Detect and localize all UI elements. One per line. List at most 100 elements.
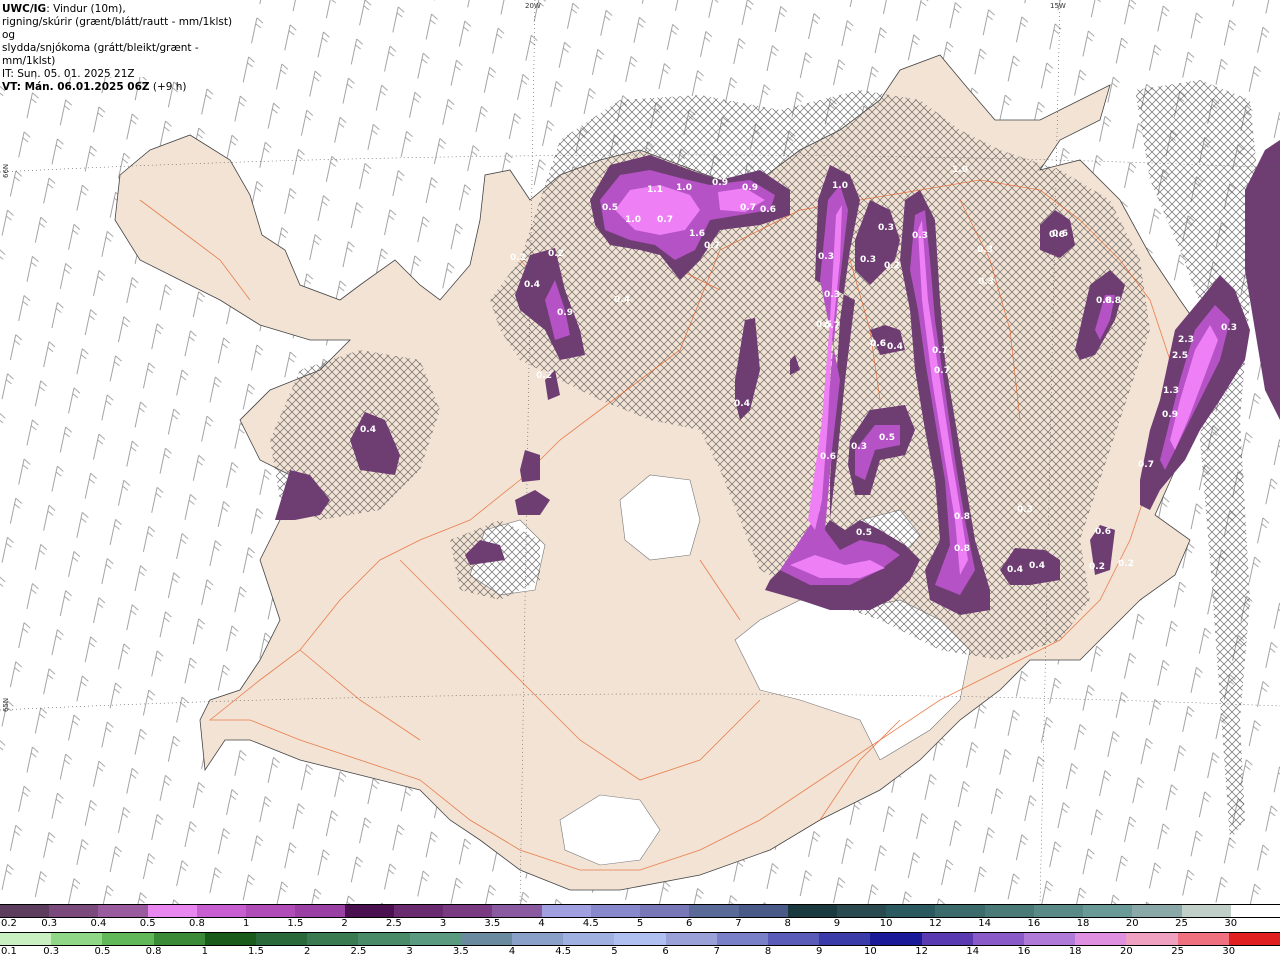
- precip-value-label: 0.8: [954, 544, 970, 554]
- precip-value-label: 0.7: [704, 241, 720, 251]
- legend-color-swatch: [409, 933, 461, 945]
- legend-tick-label: 2: [304, 946, 311, 957]
- legend-tick-label: 4.5: [555, 946, 572, 957]
- legend-tick-label: 0.2: [1, 918, 17, 929]
- legend-tick-label: 16: [1017, 946, 1031, 957]
- init-time: IT: Sun. 05. 01. 2025 21Z: [2, 68, 135, 80]
- legend-color-swatch: [0, 905, 50, 917]
- precip-value-label: 1.1: [647, 185, 663, 195]
- model-name: UWC/IG: [2, 3, 47, 15]
- legend-tick-label: 25: [1175, 918, 1188, 929]
- legend-color-swatch: [921, 933, 973, 945]
- legend-tick-label: 4: [508, 946, 516, 957]
- lat-label-65n: 65N: [2, 698, 10, 712]
- precip-value-label: 0.7: [932, 346, 948, 356]
- rain-color-bar: [0, 932, 1280, 946]
- legend-tick-label: 14: [978, 918, 991, 929]
- legend-color-swatch: [1230, 905, 1280, 917]
- legend-color-swatch: [716, 933, 769, 945]
- legend-color-swatch: [563, 933, 615, 945]
- precip-value-label: 0.6: [1095, 527, 1111, 537]
- legend-color-swatch: [787, 905, 837, 917]
- legend-tick-label: 8: [764, 946, 772, 957]
- title-line-3: slydda/snjókoma (grátt/bleikt/grænt - mm…: [2, 42, 199, 67]
- legend-color-swatch: [196, 905, 247, 917]
- rain-legend-ticks: 0.1 0.3 0.5 0.8 1 1.5 2 2.5 3 3.5 4 4.5 5 6 7 8 9 10 12 14 1…: [0, 946, 1280, 960]
- precip-value-label: 0.2: [1118, 559, 1134, 569]
- legend-tick-label: 20: [1125, 918, 1139, 929]
- legend-color-swatch: [1083, 905, 1133, 917]
- legend-color-swatch: [541, 905, 591, 917]
- precip-value-label: 0.6: [870, 339, 886, 349]
- precip-value-label: 0.9: [712, 178, 728, 188]
- legend-color-swatch: [819, 933, 871, 945]
- legend-tick-label: 0.5: [94, 946, 111, 957]
- legend-color-swatch: [393, 905, 444, 917]
- legend-color-swatch: [147, 905, 197, 917]
- legend-tick-label: 3: [439, 918, 447, 929]
- legend-color-swatch: [492, 905, 542, 917]
- legend-tick-label: 3: [406, 946, 413, 957]
- legend-color-swatch: [256, 933, 308, 945]
- legend-color-swatch: [344, 905, 394, 917]
- legend-color-swatch: [460, 933, 513, 945]
- legend-color-swatch: [1228, 933, 1280, 945]
- legend-tick-label: 0.1: [1, 946, 17, 957]
- legend-tick-label: 10: [864, 946, 877, 957]
- lon-label-15w: 15W: [1050, 2, 1066, 10]
- legend-tick-label: 25: [1171, 946, 1184, 957]
- precip-value-label: 0.3: [978, 277, 994, 287]
- legend-tick-label: 20: [1120, 946, 1133, 957]
- precip-value-label: 0.7: [824, 321, 840, 331]
- legend-tick-label: 3.5: [452, 946, 469, 957]
- snow-legend: 0.2 0.3 0.4 0.5 0.8 1 1.5 2 2.5 3 3.5 4 4.5 5 6 7 8 9 10 12…: [0, 904, 1280, 932]
- legend-color-swatch: [443, 905, 493, 917]
- precip-value-label: 0.7: [934, 366, 950, 376]
- precip-value-label: 0.9: [1162, 410, 1178, 420]
- precip-value-label: 0.7: [1138, 460, 1154, 470]
- precip-value-label: 0.5: [602, 203, 618, 213]
- legend-color-swatch: [614, 933, 666, 945]
- legend-color-swatch: [204, 933, 257, 945]
- precip-value-label: 0.6: [820, 452, 836, 462]
- legend-color-swatch: [689, 905, 739, 917]
- precip-value-label: 0.3: [878, 223, 894, 233]
- legend-tick-label: 0.8: [145, 946, 162, 957]
- legend-tick-label: 9: [833, 918, 841, 929]
- legend-color-swatch: [640, 905, 690, 917]
- precip-value-label: 2.5: [1172, 351, 1188, 361]
- precip-value-label: 0.8: [954, 512, 970, 522]
- precip-value-label: 0.4: [360, 425, 376, 435]
- legend-color-swatch: [836, 905, 887, 917]
- legend-tick-label: 0.5: [139, 918, 156, 929]
- legend-color-swatch: [512, 933, 564, 945]
- precip-value-label: 0.6: [1052, 229, 1068, 239]
- precip-value-label: 1.0: [952, 165, 968, 175]
- precip-value-label: 0.4: [1029, 561, 1045, 571]
- precip-value-label: 0.7: [740, 203, 756, 213]
- legend-tick-label: 6: [662, 946, 669, 957]
- lat-label-66n: 66N: [2, 164, 10, 178]
- precip-value-label: 0.6: [760, 205, 776, 215]
- title-line-2: rigning/skúrir (grænt/blátt/rautt - mm/1…: [2, 16, 233, 41]
- legend-tick-label: 5: [611, 946, 618, 957]
- legend-tick-label: 14: [966, 946, 980, 957]
- precip-value-label: 0.2: [510, 253, 526, 263]
- legend-color-swatch: [98, 905, 148, 917]
- legend-color-swatch: [1126, 933, 1178, 945]
- legend-color-swatch: [1033, 905, 1084, 917]
- legend-tick-label: 10: [879, 918, 893, 929]
- legend-tick-label: 1: [201, 946, 208, 957]
- precip-value-label: 0.3: [824, 290, 840, 300]
- legend-tick-label: 1.5: [287, 918, 304, 929]
- precip-value-label: 0.5: [879, 433, 895, 443]
- precip-value-label: 0.3: [860, 255, 876, 265]
- legend-tick-label: 18: [1068, 946, 1082, 957]
- legend-color-swatch: [51, 933, 103, 945]
- legend-tick-label: 5: [636, 918, 644, 929]
- legend-color-swatch: [246, 905, 296, 917]
- legend-tick-label: 0.3: [43, 946, 60, 957]
- legend-color-swatch: [49, 905, 99, 917]
- legend-color-swatch: [768, 933, 820, 945]
- precip-value-label: 1.3: [1163, 386, 1179, 396]
